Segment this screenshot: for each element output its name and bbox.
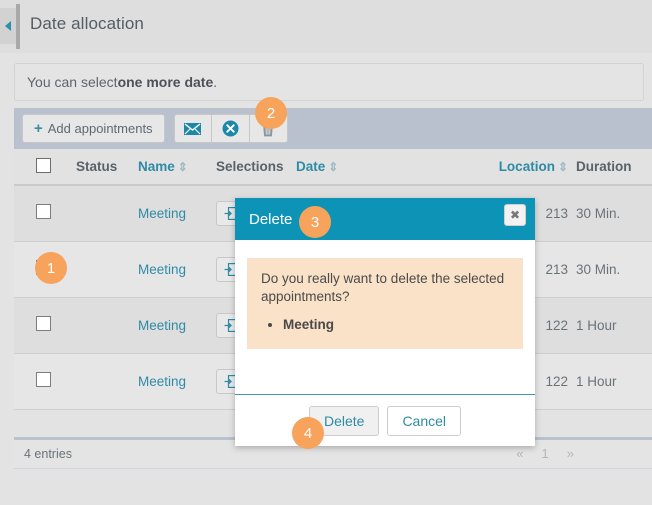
column-header-date[interactable]: Date⇕ [292, 149, 462, 185]
delete-confirmation-dialog: Delete ✖ Do you really want to delete th… [235, 198, 535, 446]
info-banner-text-strong: one more date [118, 74, 214, 90]
row-name-link[interactable]: Meeting [138, 206, 186, 221]
row-duration: 1 Hour [572, 297, 652, 353]
row-status [72, 353, 134, 409]
title-bar: Date allocation [0, 0, 652, 53]
row-checkbox[interactable] [36, 372, 51, 387]
cancel-appointments-button[interactable] [212, 114, 250, 143]
dialog-footer: Delete Cancel [235, 394, 535, 446]
close-icon[interactable]: ✖ [504, 204, 526, 226]
row-duration: 1 Hour [572, 353, 652, 409]
sort-updown-icon: ⇕ [178, 160, 188, 174]
chevron-left-icon [5, 21, 11, 31]
sidebar-collapse-handle[interactable] [0, 8, 16, 44]
column-header-duration-label: Duration [576, 159, 632, 174]
step-badge-4: 4 [292, 417, 324, 449]
confirmation-alert: Do you really want to delete the selecte… [247, 258, 523, 349]
row-status [72, 297, 134, 353]
column-header-location-label: Location [499, 159, 555, 174]
column-header-selections-label: Selections [216, 159, 284, 174]
send-mail-button[interactable] [174, 114, 212, 143]
affected-items-list: Meeting [261, 316, 509, 334]
pagination-first[interactable]: « [516, 446, 523, 461]
step-badge-3: 3 [299, 206, 331, 238]
add-appointments-button[interactable]: + Add appointments [22, 114, 165, 143]
row-name-link[interactable]: Meeting [138, 318, 186, 333]
entries-count: 4 entries [14, 447, 72, 461]
row-name: Meeting [134, 241, 212, 297]
plus-icon: + [34, 121, 43, 136]
cancel-button[interactable]: Cancel [387, 406, 461, 436]
table-header-row: Status Name⇕ Selections Date⇕ Location⇕ [14, 149, 652, 185]
page-title: Date allocation [30, 14, 144, 34]
row-name-link[interactable]: Meeting [138, 262, 186, 277]
info-banner-text-before: You can select [27, 74, 118, 90]
row-select-cell [14, 297, 72, 353]
envelope-icon [184, 123, 201, 135]
title-accent-bar [16, 4, 20, 49]
row-name: Meeting [134, 185, 212, 241]
step-badge-1: 1 [35, 252, 67, 284]
row-duration: 30 Min. [572, 241, 652, 297]
confirmation-message: Do you really want to delete the selecte… [261, 271, 504, 304]
info-banner-text-after: . [213, 74, 217, 90]
app-root: Date allocation You can select one more … [0, 0, 652, 505]
add-appointments-label: Add appointments [48, 121, 153, 136]
list-item: Meeting [283, 316, 509, 334]
row-name: Meeting [134, 353, 212, 409]
table-toolbar: + Add appointments [14, 108, 652, 149]
sort-updown-icon: ⇕ [558, 160, 568, 174]
step-badge-2: 2 [255, 97, 287, 129]
circle-x-icon [222, 120, 239, 137]
row-status [72, 241, 134, 297]
row-select-cell [14, 353, 72, 409]
row-name: Meeting [134, 297, 212, 353]
pagination-next[interactable]: » [567, 446, 574, 461]
select-all-checkbox[interactable] [36, 158, 51, 173]
column-header-status-label: Status [76, 159, 117, 174]
pagination-current-page[interactable]: 1 [542, 446, 549, 461]
dialog-header: Delete ✖ [235, 198, 535, 240]
column-header-name[interactable]: Name⇕ [134, 149, 212, 185]
column-header-status: Status [72, 149, 134, 185]
dialog-title: Delete [249, 211, 292, 228]
pagination: « 1 » [516, 446, 574, 461]
column-header-date-label: Date [296, 159, 325, 174]
row-name-link[interactable]: Meeting [138, 374, 186, 389]
column-header-selections: Selections [212, 149, 292, 185]
column-header-duration: Duration [572, 149, 652, 185]
dialog-body: Do you really want to delete the selecte… [235, 240, 535, 361]
column-header-name-label: Name [138, 159, 175, 174]
select-all-header [14, 149, 72, 185]
column-header-location[interactable]: Location⇕ [462, 149, 572, 185]
info-banner: You can select one more date . [14, 63, 644, 101]
row-duration: 30 Min. [572, 185, 652, 241]
row-checkbox[interactable] [36, 316, 51, 331]
row-checkbox[interactable] [36, 204, 51, 219]
row-select-cell [14, 185, 72, 241]
row-status [72, 185, 134, 241]
sort-updown-icon: ⇕ [328, 160, 338, 174]
